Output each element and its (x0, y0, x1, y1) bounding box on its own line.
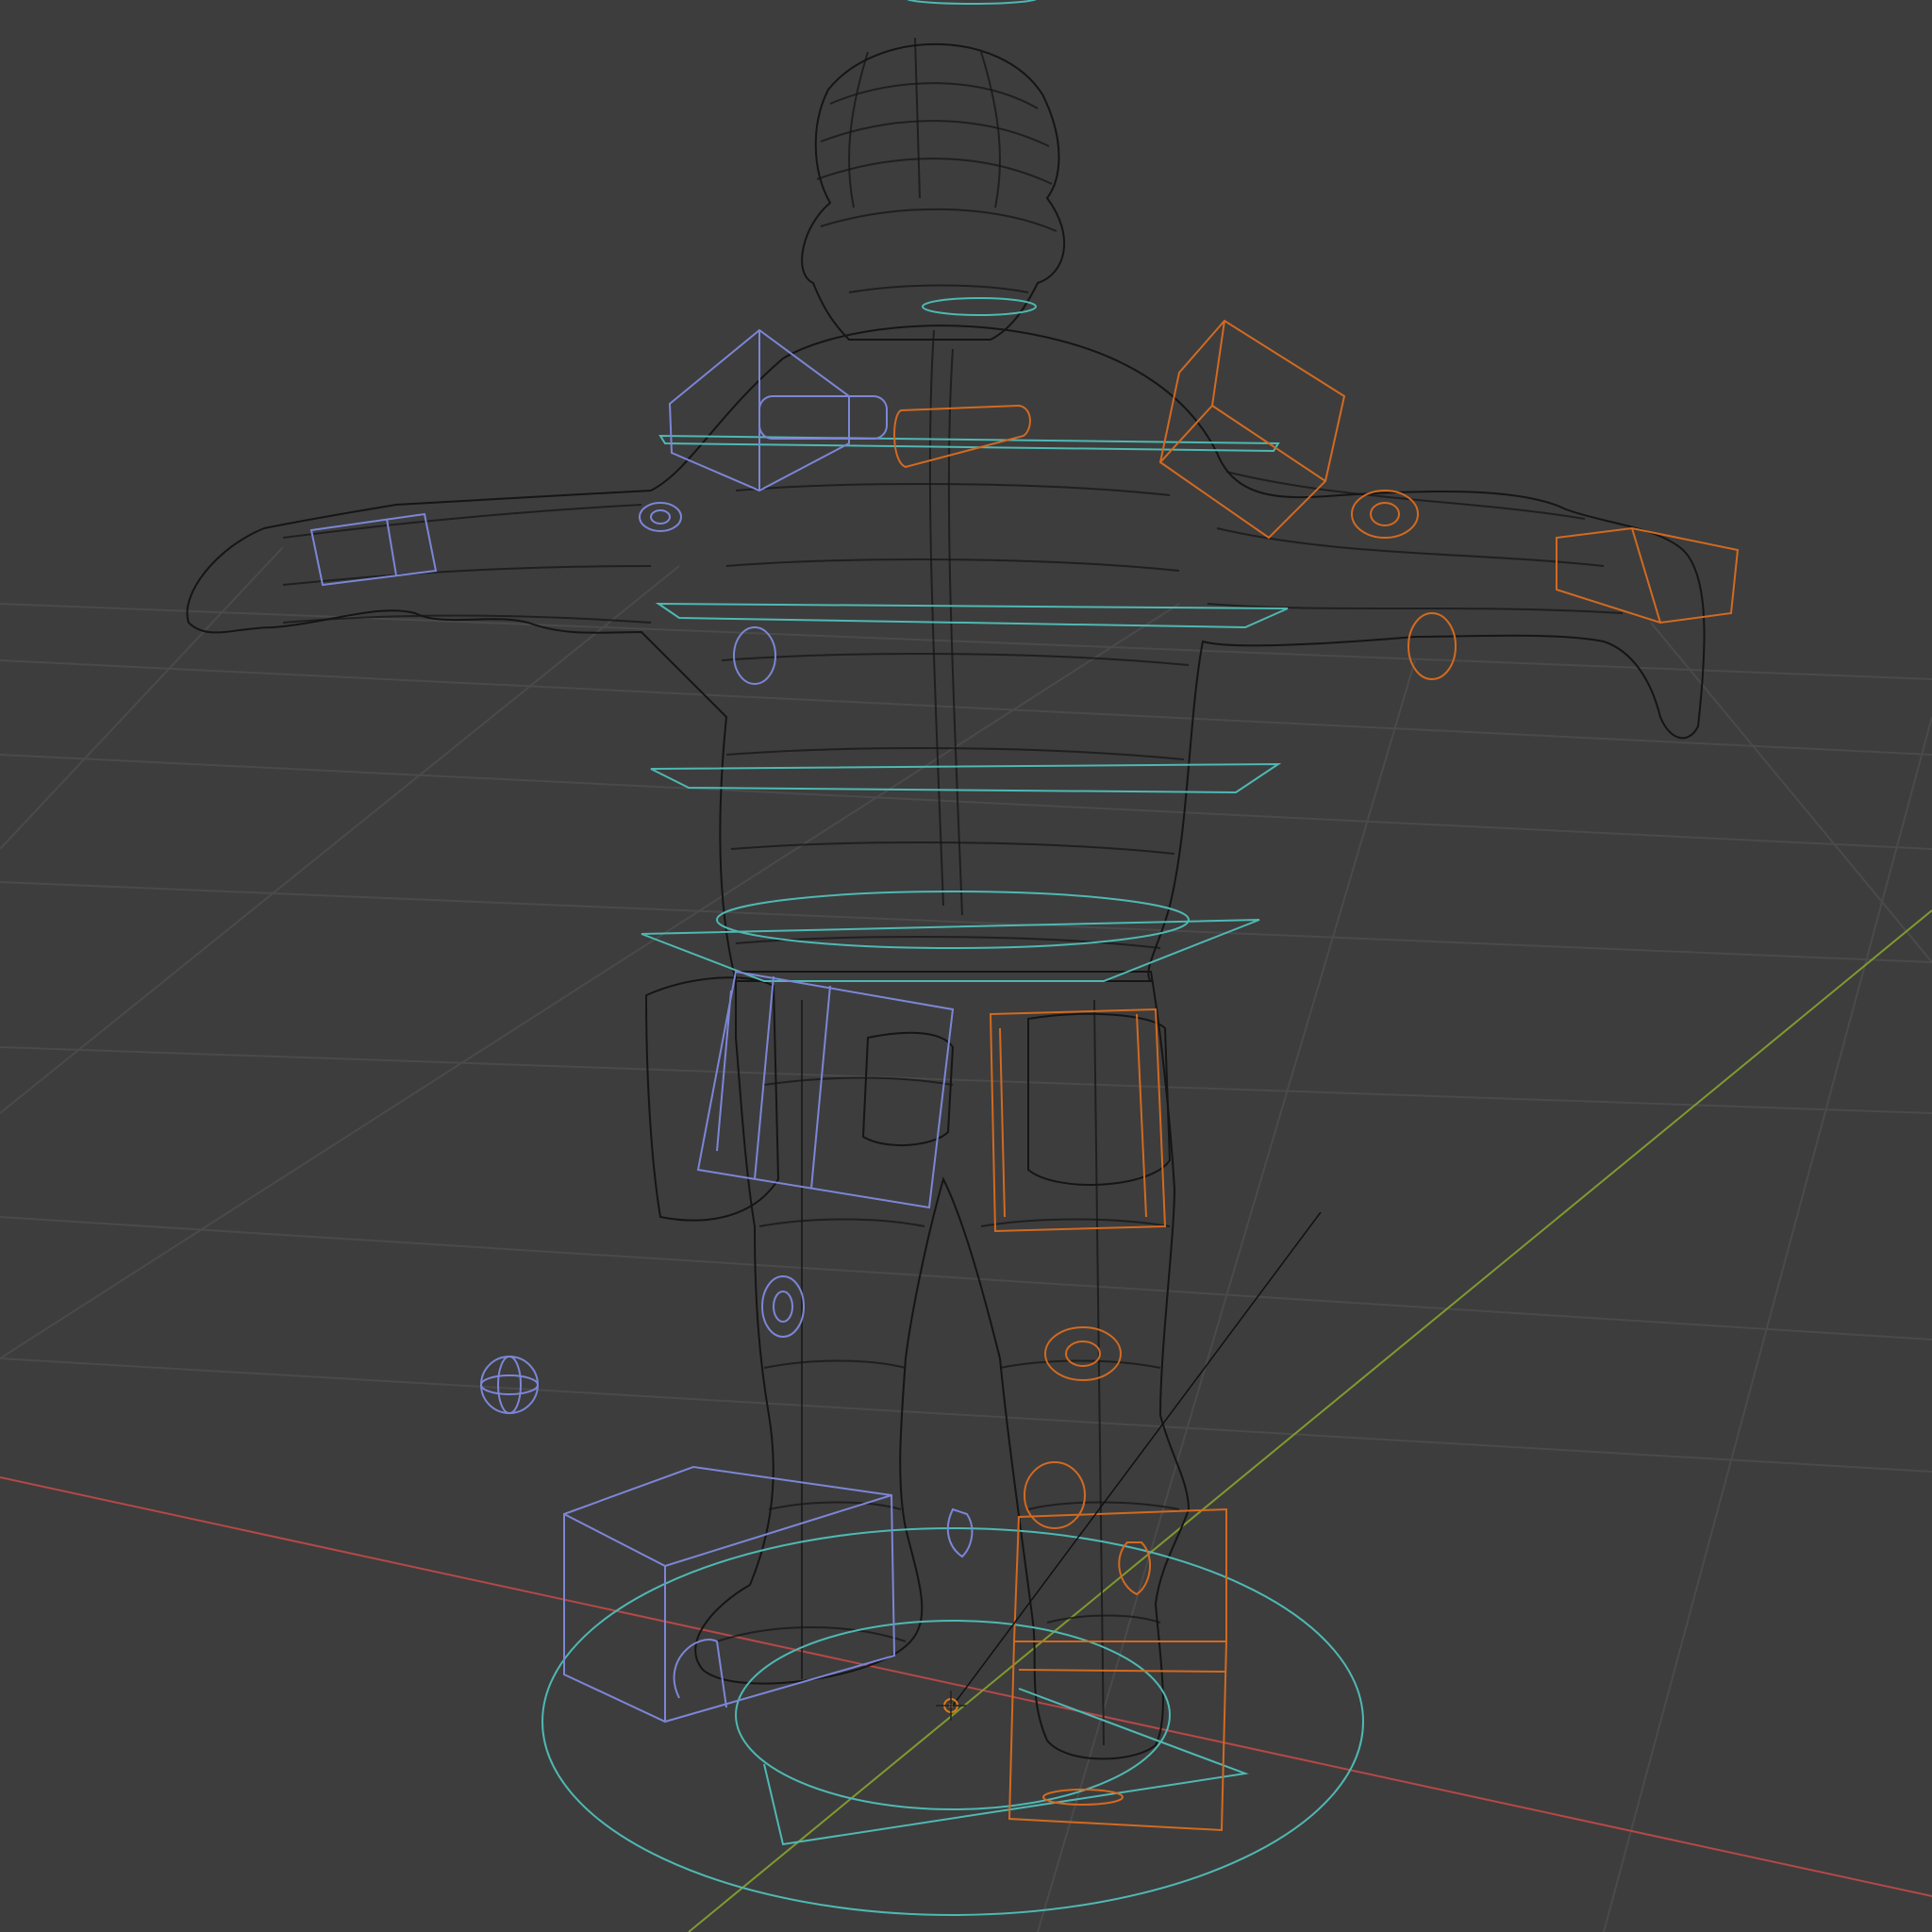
wrist-l-control[interactable] (1556, 526, 1740, 625)
elbow-l-pole-inner[interactable] (1370, 502, 1400, 526)
clavicle-l-control[interactable] (893, 404, 1031, 469)
heel-l-control[interactable] (1042, 1789, 1124, 1806)
empty-sphere-icon[interactable] (480, 1356, 539, 1414)
toe-r-control[interactable] (946, 1507, 974, 1558)
spine-upper-control[interactable] (655, 602, 1289, 629)
knee-r-pole-inner[interactable] (773, 1291, 793, 1323)
foot-r-ik-control[interactable] (563, 1465, 896, 1724)
knee-l-pole[interactable] (1044, 1326, 1122, 1381)
heel-r-control[interactable] (673, 1639, 727, 1708)
torso-ring-control[interactable] (716, 891, 1190, 949)
spine-lower-control[interactable] (650, 762, 1282, 794)
clavicle-r-control[interactable] (758, 395, 888, 440)
3d-viewport[interactable] (0, 0, 1932, 1932)
elbow-r-pole-inner[interactable] (650, 509, 671, 525)
chest-control[interactable] (658, 434, 1280, 453)
elbow-r-pole-control[interactable] (639, 502, 682, 532)
forearm-l-pole[interactable] (1407, 612, 1457, 680)
thigh-l-control[interactable] (989, 1008, 1167, 1233)
top-ring-control[interactable] (906, 0, 1038, 5)
forearm-r-pole[interactable] (733, 626, 776, 685)
character-mesh[interactable] (186, 37, 1706, 1760)
ankle-l-control[interactable] (1024, 1461, 1086, 1529)
knee-l-pole-inner[interactable] (1065, 1341, 1101, 1367)
head-control[interactable] (922, 297, 1037, 316)
left-side-controls[interactable] (893, 319, 1740, 1832)
knee-r-pole[interactable] (761, 1275, 805, 1338)
right-side-controls[interactable] (309, 328, 974, 1724)
shoulder-l-control[interactable] (1158, 319, 1346, 540)
root-direction-arrow[interactable] (763, 1688, 1249, 1846)
viewport-canvas[interactable] (0, 0, 1932, 1932)
y-axis-line (688, 909, 1932, 1932)
